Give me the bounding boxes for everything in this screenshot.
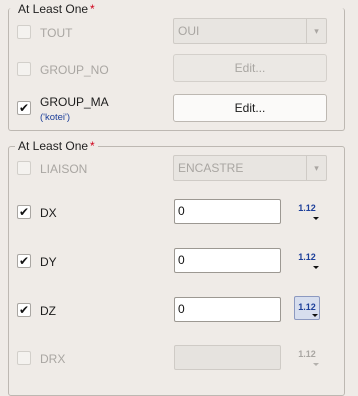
- combo-liaison-value: ENCASTRE: [178, 161, 244, 175]
- checkbox-group-ma[interactable]: ✔: [17, 101, 31, 115]
- format-dx-label: 1.12: [298, 203, 316, 213]
- label-group-no: GROUP_NO: [40, 63, 109, 77]
- dx-input[interactable]: 0: [174, 199, 281, 224]
- drx-input[interactable]: [174, 345, 281, 370]
- scrollbar[interactable]: [354, 0, 358, 391]
- sublabel-group-ma: ('kotei'): [40, 112, 71, 123]
- format-dz-label: 1.12: [298, 302, 316, 312]
- chevron-down-icon: ▾: [306, 19, 326, 43]
- checkbox-drx[interactable]: [17, 351, 31, 365]
- edit-group-ma-button[interactable]: Edit...: [173, 94, 327, 122]
- edit-group-no-button[interactable]: Edit...: [173, 54, 327, 82]
- combo-tout[interactable]: OUI ▾: [173, 18, 327, 44]
- format-dy-label: 1.12: [298, 252, 316, 262]
- label-dz: DZ: [40, 304, 56, 318]
- label-tout: TOUT: [40, 26, 73, 40]
- dy-input[interactable]: 0: [174, 248, 281, 273]
- chevron-down-icon: ▾: [306, 156, 326, 180]
- checkbox-dx[interactable]: ✔: [17, 205, 31, 219]
- label-drx: DRX: [40, 352, 66, 366]
- format-drx-button[interactable]: 1.12: [294, 344, 320, 368]
- dropdown-arrow-icon: [312, 314, 318, 317]
- dz-input[interactable]: 0: [174, 297, 281, 322]
- format-drx-label: 1.12: [298, 349, 316, 359]
- group-legend: At Least One *: [15, 2, 98, 16]
- group-at-least-one-2: At Least One * LIAISON ENCASTRE ▾ ✔ DX 0 …: [8, 139, 345, 396]
- label-dx: DX: [40, 206, 57, 220]
- group-at-least-one-1: At Least One * TOUT OUI ▾ GROUP_NO Edit..…: [8, 2, 345, 131]
- dropdown-arrow-icon: [313, 217, 319, 220]
- dropdown-arrow-icon: [313, 266, 319, 269]
- checkbox-group-no[interactable]: [17, 62, 31, 76]
- format-dx-button[interactable]: 1.12: [294, 198, 320, 222]
- checkbox-dz[interactable]: ✔: [17, 303, 31, 317]
- label-liaison: LIAISON: [40, 162, 88, 176]
- checkbox-tout[interactable]: [17, 25, 31, 39]
- group-legend: At Least One *: [15, 139, 98, 153]
- label-group-ma: GROUP_MA: [40, 95, 109, 109]
- format-dy-button[interactable]: 1.12: [294, 247, 320, 271]
- combo-tout-value: OUI: [178, 24, 200, 38]
- label-dy: DY: [40, 255, 57, 269]
- checkbox-dy[interactable]: ✔: [17, 254, 31, 268]
- format-dz-button[interactable]: 1.12: [294, 296, 320, 320]
- checkbox-liaison[interactable]: [17, 161, 31, 175]
- dropdown-arrow-icon: [313, 363, 319, 366]
- combo-liaison[interactable]: ENCASTRE ▾: [173, 155, 327, 181]
